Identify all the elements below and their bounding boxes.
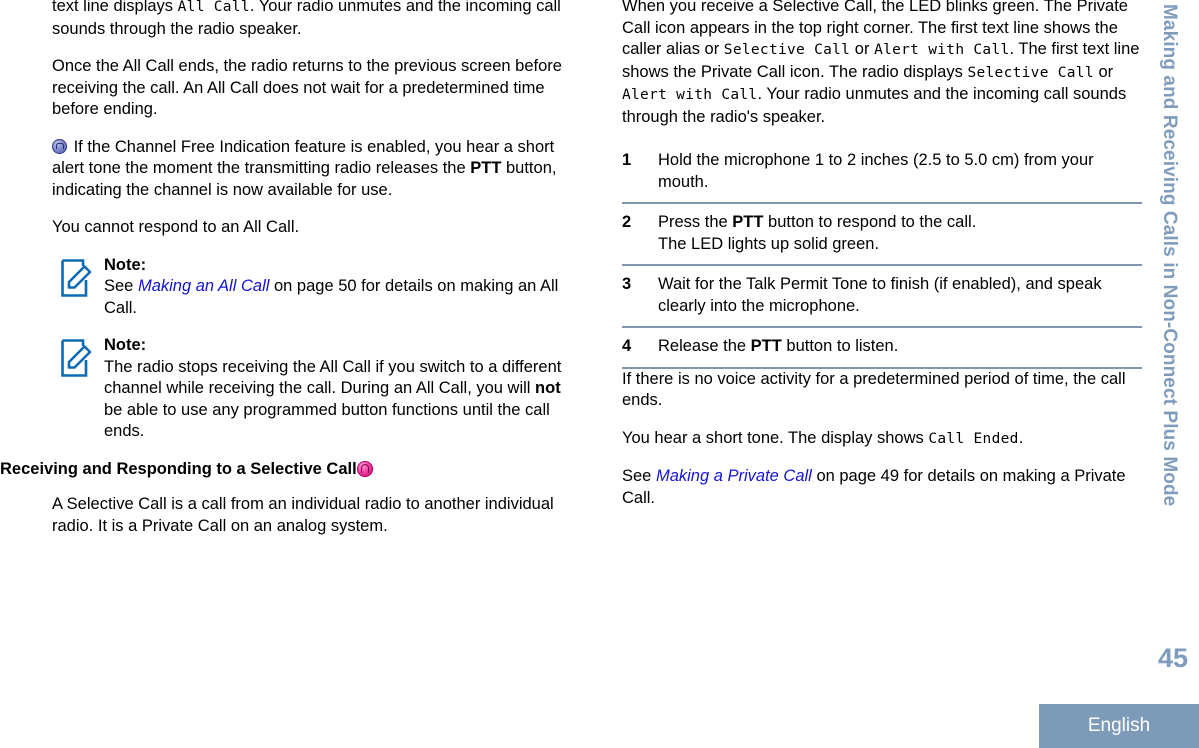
- radio-display-text: Alert with Call: [874, 42, 1010, 58]
- paragraph-selective-call-definition: A Selective Call is a call from an indiv…: [52, 494, 572, 537]
- step-text: Release the PTT button to listen.: [658, 336, 1142, 358]
- step-number: 3: [622, 275, 632, 293]
- paragraph-all-call-ends: Once the All Call ends, the radio return…: [52, 56, 572, 121]
- language-badge: English: [1039, 704, 1199, 748]
- step-item: 4 Release the PTT button to listen.: [622, 328, 1142, 369]
- step-segment: Hold the microphone 1 to 2 inches (2.5 t…: [658, 151, 1094, 191]
- left-column: text line displays All Call. Your radio …: [0, 0, 572, 553]
- paragraph-segment: .: [1018, 428, 1024, 447]
- section-heading-selective-call: Receiving and Responding to a Selective …: [0, 459, 572, 481]
- note-body: Note: See Making an All Call on page 50 …: [104, 255, 572, 320]
- step-segment: Press the: [658, 213, 733, 231]
- paragraph-all-call-display: text line displays All Call. Your radio …: [52, 0, 572, 40]
- note-block-stops-receiving: Note: The radio stops receiving the All …: [52, 335, 572, 443]
- section-body: A Selective Call is a call from an indiv…: [52, 494, 572, 537]
- paragraph-call-ended: You hear a short tone. The display shows…: [622, 428, 1142, 451]
- step-number: 1: [622, 151, 632, 169]
- paragraph-receive-selective-call: When you receive a Selective Call, the L…: [622, 0, 1142, 128]
- ptt-bold-label: PTT: [750, 337, 782, 355]
- not-bold-label: not: [535, 379, 561, 397]
- note-title: Note:: [104, 336, 147, 354]
- ptt-bold-label: PTT: [732, 213, 764, 231]
- private-call-icon: [356, 460, 373, 477]
- step-number: 2: [622, 213, 632, 231]
- note-segment: The radio stops receiving the All Call i…: [104, 357, 562, 398]
- channel-free-indication-icon: [52, 138, 67, 154]
- running-chapter-title: Making and Receiving Calls in Non-Connec…: [1159, 4, 1181, 507]
- step-text: Wait for the Talk Permit Tone to finish …: [658, 274, 1142, 317]
- cross-reference-link[interactable]: Making a Private Call: [656, 467, 812, 485]
- procedure-steps: 1 Hold the microphone 1 to 2 inches (2.5…: [622, 144, 1142, 369]
- paragraph-channel-free-indication: If the Channel Free Indication feature i…: [52, 137, 572, 202]
- paragraph-segment: Once the All Call ends, the radio return…: [52, 57, 562, 118]
- paragraph-see-making-private-call: See Making a Private Call on page 49 for…: [622, 466, 1142, 509]
- radio-display-text: Selective Call: [723, 42, 851, 58]
- paragraph-segment: If there is no voice activity for a pred…: [622, 369, 1126, 410]
- note-body: Note: The radio stops receiving the All …: [104, 335, 572, 443]
- paragraph-cannot-respond: You cannot respond to an All Call.: [52, 217, 572, 239]
- note-icon-wrapper: [60, 335, 104, 443]
- section-heading-text: Receiving and Responding to a Selective …: [0, 459, 357, 478]
- paragraph-segment: You hear a short tone. The display shows: [622, 428, 929, 447]
- note-pencil-icon: [61, 258, 92, 297]
- step-text: Press the PTT button to respond to the c…: [658, 212, 1142, 255]
- paragraph-segment: See: [622, 467, 656, 485]
- step-item: 3 Wait for the Talk Permit Tone to finis…: [622, 266, 1142, 328]
- step-segment: Wait for the Talk Permit Tone to finish …: [658, 275, 1102, 315]
- step-segment: The LED lights up solid green.: [658, 234, 880, 253]
- note-icon-wrapper: [60, 255, 104, 320]
- manual-page: text line displays All Call. Your radio …: [0, 0, 1199, 748]
- page-number: 45: [1157, 643, 1188, 673]
- paragraph-segment: You cannot respond to an All Call.: [52, 218, 300, 236]
- step-segment: button to listen.: [781, 337, 899, 355]
- page-right-rail: Making and Receiving Calls in Non-Connec…: [1039, 0, 1199, 748]
- step-segment: button to respond to the call.: [763, 213, 977, 231]
- radio-display-text: Call Ended: [928, 430, 1019, 447]
- cross-reference-link[interactable]: Making an All Call: [138, 277, 269, 295]
- note-pencil-icon: [61, 339, 92, 377]
- note-segment: be able to use any programmed button fun…: [104, 400, 550, 441]
- paragraph-segment: or: [850, 40, 875, 58]
- note-segment: See: [104, 277, 138, 295]
- step-item: 1 Hold the microphone 1 to 2 inches (2.5…: [622, 144, 1142, 204]
- radio-display-text: All Call: [177, 0, 250, 15]
- paragraph-segment: text line displays: [52, 0, 178, 15]
- step-segment: Release the: [658, 337, 751, 355]
- radio-display-text: Selective Call: [967, 64, 1094, 81]
- step-number: 4: [622, 337, 632, 355]
- ptt-bold-label: PTT: [470, 159, 502, 177]
- right-column: When you receive a Selective Call, the L…: [622, 0, 1142, 525]
- step-text: Hold the microphone 1 to 2 inches (2.5 t…: [658, 150, 1142, 193]
- paragraph-segment: A Selective Call is a call from an indiv…: [52, 495, 554, 535]
- paragraph-segment: or: [1093, 62, 1114, 81]
- note-title: Note:: [104, 255, 147, 274]
- paragraph-no-voice-activity: If there is no voice activity for a pred…: [622, 369, 1142, 412]
- note-block-making-all-call: Note: See Making an All Call on page 50 …: [52, 255, 572, 320]
- step-item: 2 Press the PTT button to respond to the…: [622, 204, 1142, 266]
- radio-display-text: Alert with Call: [622, 87, 758, 103]
